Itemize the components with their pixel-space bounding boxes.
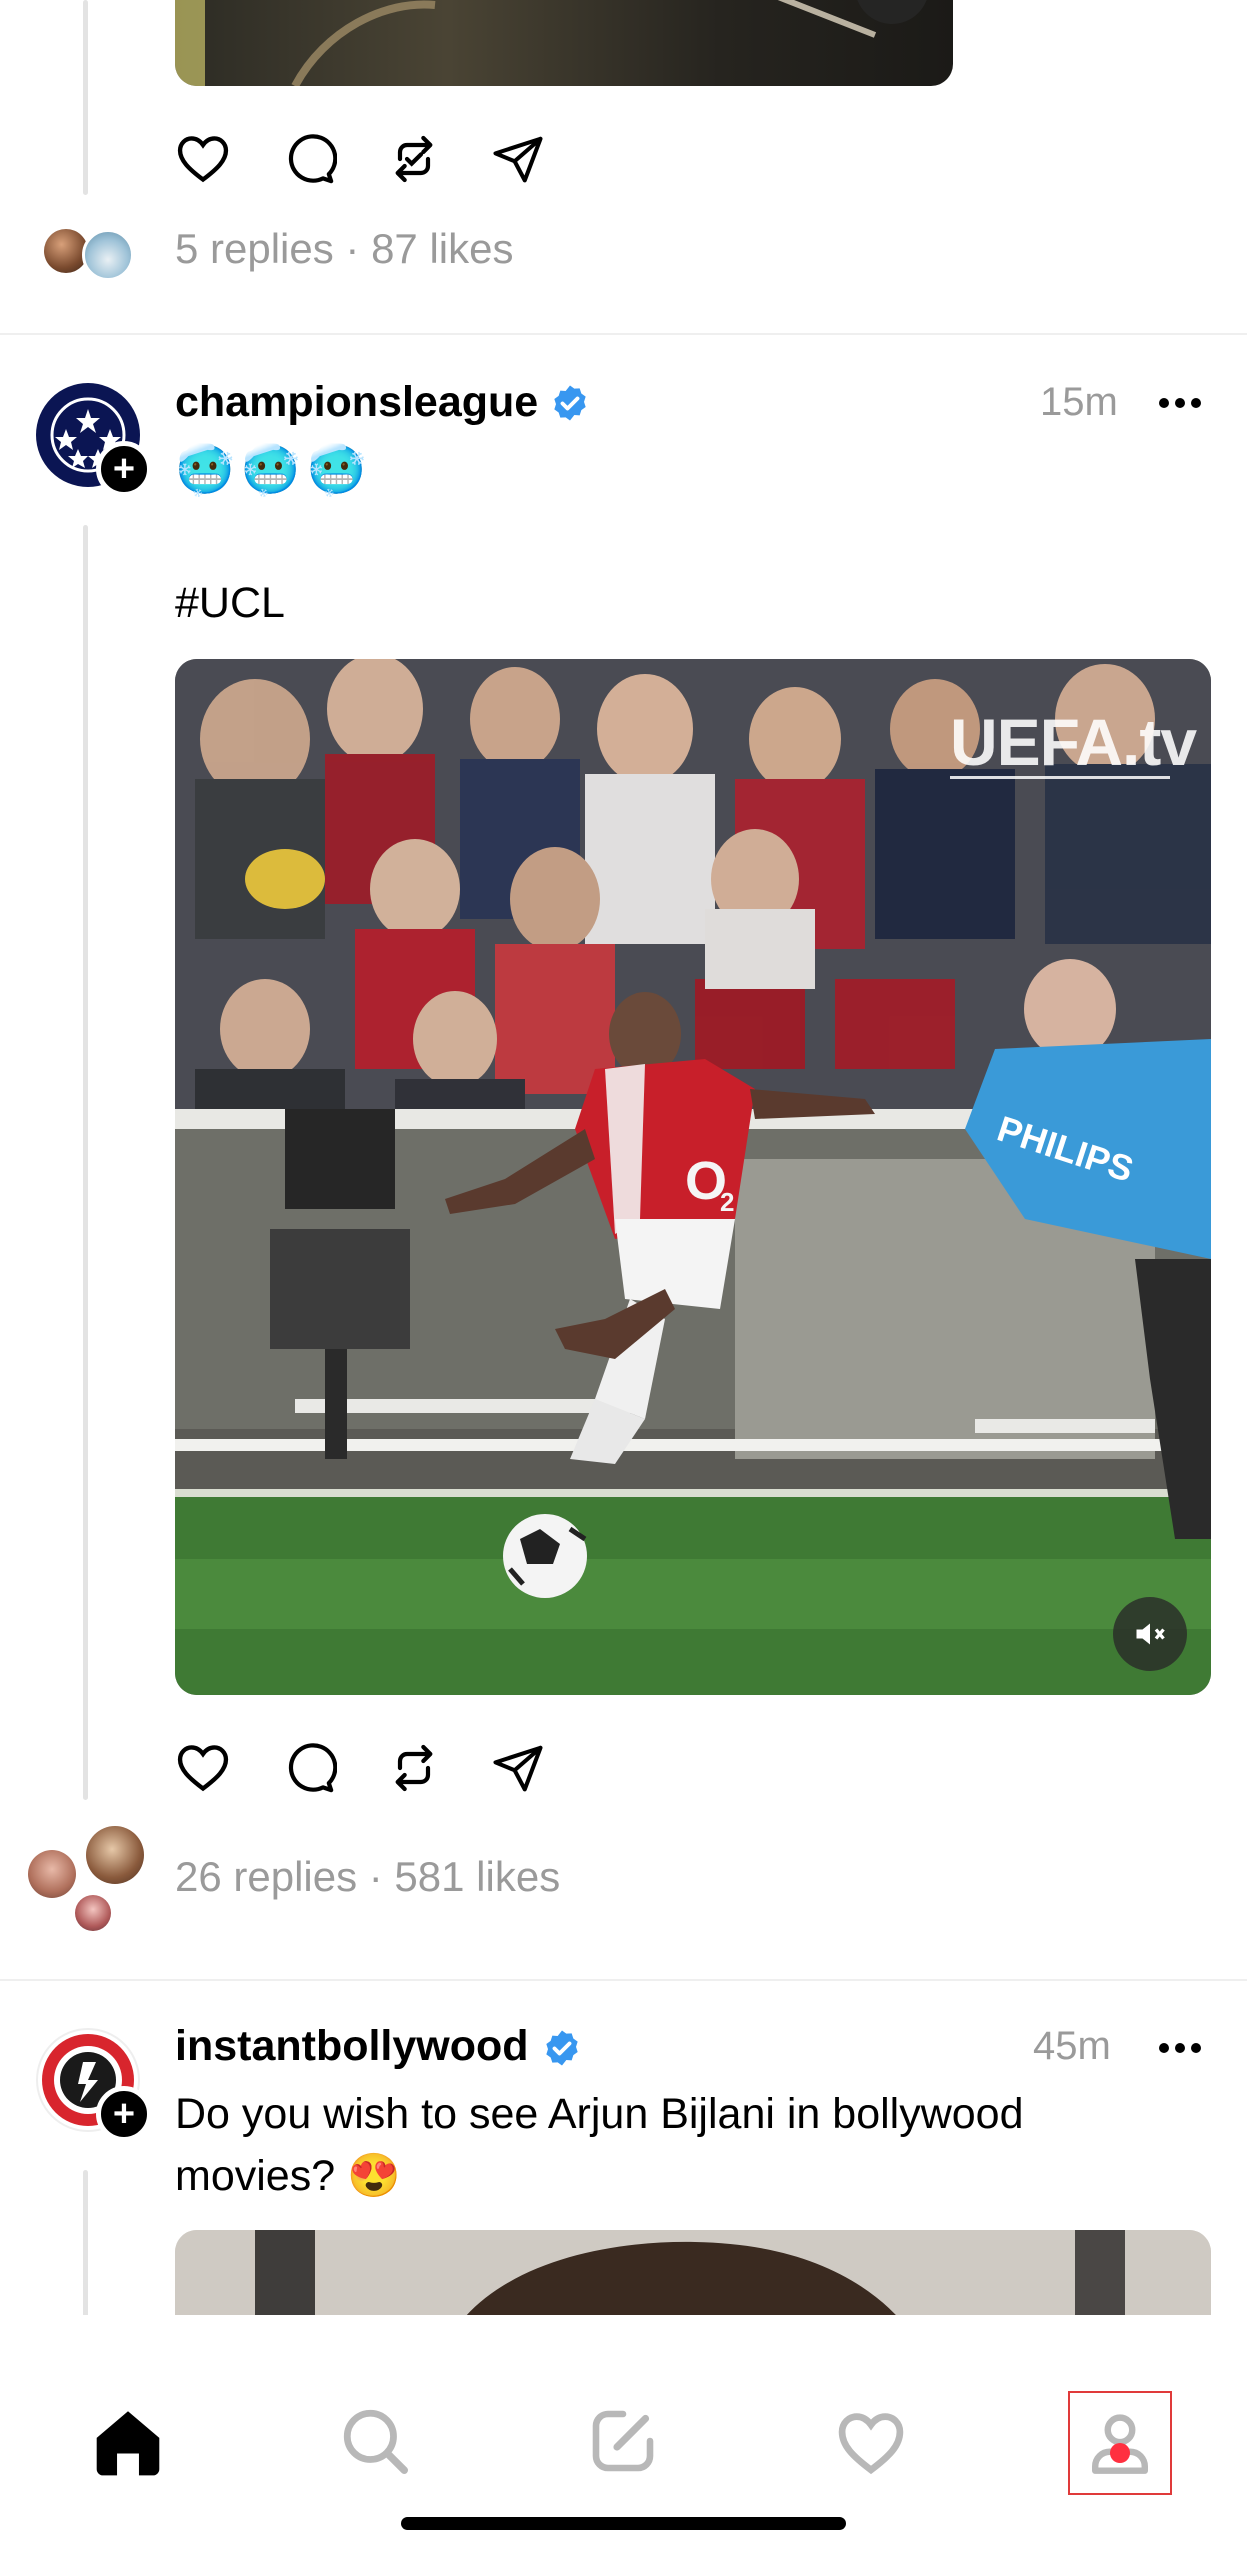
repost-icon [395,1744,433,1792]
post-ucl-username[interactable]: championsleague [175,378,538,427]
post-ucl-stats[interactable]: 26 replies · 581 likes [175,1853,560,1901]
share-button-prev[interactable] [485,126,551,192]
post-bolly-more-button[interactable] [1150,2028,1210,2068]
post-ucl-time: 15m [1040,380,1118,424]
verified-badge-icon [554,385,586,421]
plus-icon: + [112,2093,136,2135]
mute-button-ucl[interactable] [1113,1597,1187,1671]
tab-home[interactable] [78,2391,178,2491]
replier-avatar-2 [82,229,134,281]
tab-bar: 1 [0,2315,1247,2560]
search-icon [343,2409,408,2474]
follow-button-championsleague[interactable]: + [96,441,152,497]
reply-button-prev[interactable] [276,126,342,192]
divider-2 [0,1979,1247,1981]
repost-button-ucl[interactable] [381,1735,447,1801]
thread-line-ucl [83,525,88,1800]
post-ucl-hashtag[interactable]: #UCL [175,572,285,634]
notification-badge: 1 [1110,2443,1130,2463]
heart-icon [177,1745,229,1792]
replier-avatar-3 [86,1826,144,1884]
send-icon [493,1745,543,1792]
share-button-ucl[interactable] [485,1735,551,1801]
like-button-prev[interactable] [170,126,236,192]
plus-icon: + [112,448,136,490]
replier-avatar-5 [75,1895,111,1931]
tab-search[interactable] [325,2391,425,2491]
comment-icon [288,134,337,184]
thread-line-prev [83,0,88,195]
send-icon [493,136,543,183]
svg-text:2: 2 [720,1187,734,1217]
like-button-ucl[interactable] [170,1735,236,1801]
tab-compose[interactable] [573,2391,673,2491]
post-ucl-video[interactable]: O 2 PHILIPS UEFA.tv [175,659,1211,1695]
heart-icon [177,136,229,183]
football-match-image: O 2 PHILIPS [175,659,1211,1695]
post-bolly-text-line1: Do you wish to see Arjun Bijlani in boll… [175,2090,1024,2138]
comment-icon [288,1743,337,1793]
activity-heart-icon [838,2413,904,2475]
more-options-icon [1159,398,1201,408]
more-options-icon [1159,2043,1201,2053]
tab-activity[interactable] [821,2391,921,2491]
divider-1 [0,333,1247,335]
post-bolly-time: 45m [1033,2024,1111,2068]
repost-icon [395,135,433,183]
uefa-tv-watermark: UEFA.tv [950,705,1197,779]
watermark-underline [950,776,1170,779]
post-prev-stats[interactable]: 5 replies · 87 likes [175,225,513,273]
home-icon [96,2411,160,2476]
post-bolly-username[interactable]: instantbollywood [175,2022,529,2071]
post-ucl-emoji-text: 🥶🥶🥶 [175,444,373,497]
speaker-muted-icon [875,0,909,4]
compose-icon [592,2410,654,2472]
repost-button-prev[interactable] [381,126,447,192]
post-ucl-more-button[interactable] [1150,383,1210,423]
reply-button-ucl[interactable] [276,1735,342,1801]
replier-avatar-4 [28,1850,76,1898]
follow-button-instantbollywood[interactable]: + [96,2086,152,2142]
post-bolly-text-line2: movies? 😍 [175,2152,401,2200]
speaker-muted-icon [1136,1623,1165,1645]
post-prev-video[interactable] [175,0,953,86]
home-indicator [401,2517,846,2530]
verified-badge-icon [546,2030,578,2066]
thread-line-bolly [83,2170,88,2320]
